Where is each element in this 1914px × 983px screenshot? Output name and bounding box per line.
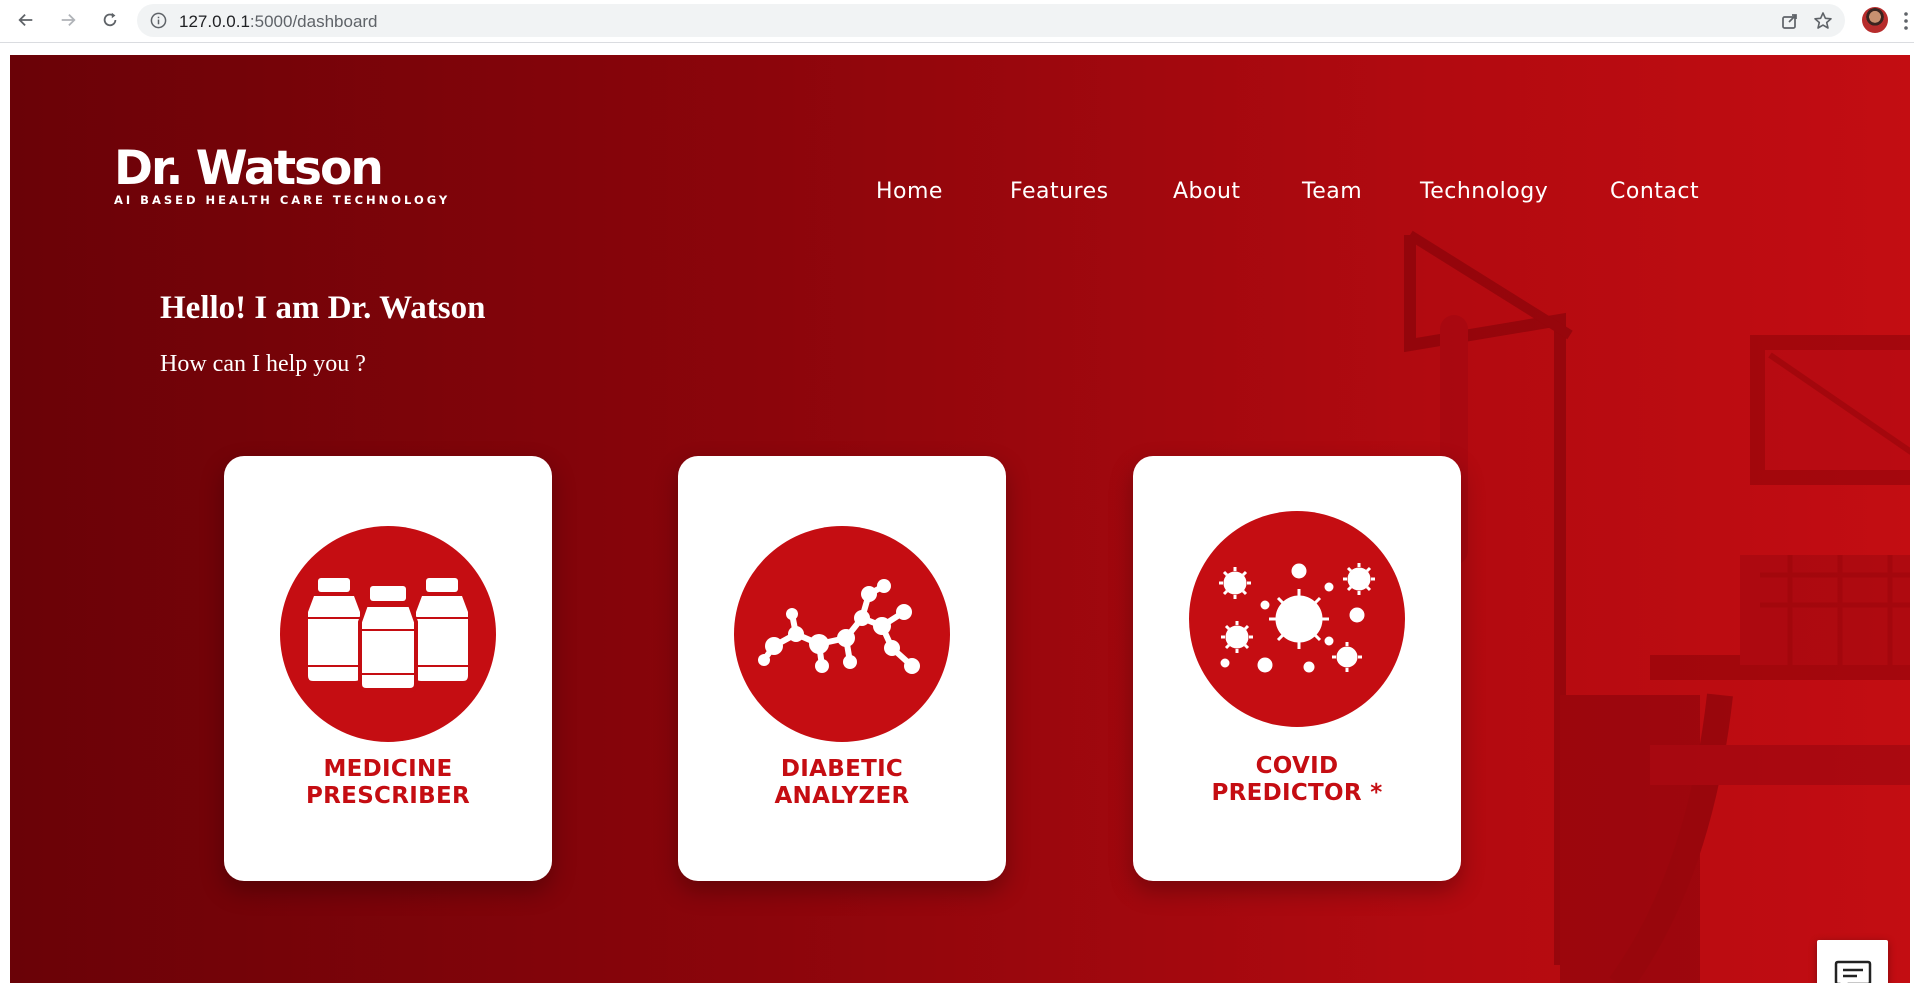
covid-predictor-card[interactable]: COVID PREDICTOR *: [1133, 456, 1461, 881]
hero-subgreeting: How can I help you ?: [160, 351, 366, 377]
nav-team[interactable]: Team: [1302, 179, 1362, 204]
bookmark-star-icon[interactable]: [1813, 11, 1833, 31]
hero-section: Dr. Watson AI BASED HEALTH CARE TECHNOLO…: [10, 55, 1910, 983]
reload-icon: [103, 12, 117, 27]
brand-title: Dr. Watson: [114, 141, 384, 196]
share-icon[interactable]: [1780, 11, 1800, 31]
site-info-icon[interactable]: [150, 12, 167, 29]
card-title: COVID PREDICTOR *: [1211, 753, 1383, 806]
diabetic-analyzer-card[interactable]: DIABETIC ANALYZER: [678, 456, 1006, 881]
forward-button[interactable]: [54, 6, 82, 34]
nav-features[interactable]: Features: [1010, 179, 1109, 204]
virus-icon: [1219, 563, 1375, 673]
browser-toolbar: 127.0.0.1:5000/dashboard: [0, 0, 1914, 43]
nav-technology[interactable]: Technology: [1420, 179, 1548, 204]
profile-avatar[interactable]: [1862, 7, 1888, 33]
back-arrow-icon: [18, 13, 33, 27]
card-title: DIABETIC ANALYZER: [774, 756, 910, 809]
address-bar[interactable]: 127.0.0.1:5000/dashboard: [137, 4, 1845, 37]
medicine-prescriber-card[interactable]: MEDICINE PRESCRIBER: [224, 456, 552, 881]
reload-button[interactable]: [96, 6, 124, 34]
medicine-bottles-icon: [308, 578, 468, 692]
more-menu-icon[interactable]: [1904, 11, 1908, 31]
chat-icon: [1834, 960, 1871, 983]
hero-greeting: Hello! I am Dr. Watson: [160, 290, 486, 326]
chat-button[interactable]: [1817, 940, 1888, 983]
nav-contact[interactable]: Contact: [1610, 179, 1699, 204]
card-title: MEDICINE PRESCRIBER: [306, 756, 470, 809]
url-text: 127.0.0.1:5000/dashboard: [179, 12, 378, 31]
molecule-icon: [758, 579, 920, 674]
nav-home[interactable]: Home: [876, 179, 943, 204]
nav-about[interactable]: About: [1173, 179, 1241, 204]
back-button[interactable]: [12, 6, 40, 34]
forward-arrow-icon: [61, 13, 76, 27]
brand-tagline: AI BASED HEALTH CARE TECHNOLOGY: [114, 193, 451, 207]
brand-logo[interactable]: Dr. Watson AI BASED HEALTH CARE TECHNOLO…: [114, 141, 451, 208]
